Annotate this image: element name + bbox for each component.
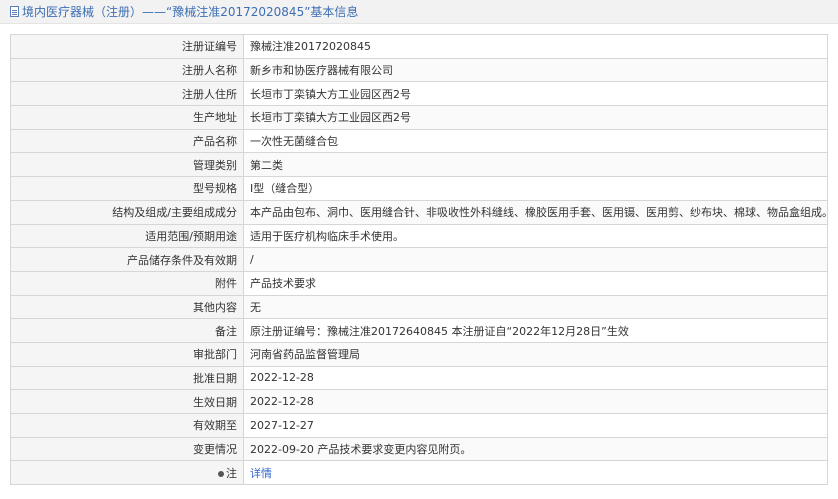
table-row: 批准日期 2022-12-28: [10, 365, 828, 391]
row-value: /: [243, 247, 828, 272]
row-value: 新乡市和协医疗器械有限公司: [243, 57, 828, 83]
row-label: 其他内容: [10, 294, 244, 320]
table-row: 注册人住所 长垣市丁栾镇大方工业园区西2号: [10, 81, 828, 107]
row-value: 产品技术要求: [243, 270, 828, 296]
row-value: 2022-12-28: [243, 389, 828, 414]
row-value: 2022-09-20 产品技术要求变更内容见附页。: [243, 436, 828, 462]
row-value: 无: [243, 294, 828, 320]
row-value: 2022-12-28: [243, 365, 828, 391]
table-row: 注册人名称 新乡市和协医疗器械有限公司: [10, 57, 828, 83]
note-label: 注: [10, 460, 244, 486]
row-label: 型号规格: [10, 176, 244, 201]
row-value: 适用于医疗机构临床手术使用。: [243, 223, 828, 249]
row-value: 2027-12-27: [243, 413, 828, 438]
table-row: 管理类别 第二类: [10, 152, 828, 178]
bullet-icon: [218, 470, 224, 477]
table-row: 产品储存条件及有效期 /: [10, 247, 828, 272]
row-label: 注册人住所: [10, 81, 244, 107]
note-row: 注 详情: [10, 460, 828, 486]
document-icon: [10, 6, 19, 17]
row-label: 注册人名称: [10, 57, 244, 83]
row-value: 长垣市丁栾镇大方工业园区西2号: [243, 81, 828, 107]
row-value: 长垣市丁栾镇大方工业园区西2号: [243, 105, 828, 130]
info-table-container: 注册证编号 豫械注准20172020845 注册人名称 新乡市和协医疗器械有限公司 注册…: [10, 34, 828, 486]
row-label: 附件: [10, 270, 244, 296]
row-label: 适用范围/预期用途: [10, 223, 244, 249]
row-value: 豫械注准20172020845: [243, 34, 828, 59]
row-label: 产品储存条件及有效期: [10, 247, 244, 272]
table-row: 审批部门 河南省药品监督管理局: [10, 341, 828, 367]
row-label: 产品名称: [10, 128, 244, 154]
row-label: 备注: [10, 318, 244, 343]
table-row: 有效期至 2027-12-27: [10, 413, 828, 438]
row-value: 河南省药品监督管理局: [243, 341, 828, 367]
info-table: 注册证编号 豫械注准20172020845 注册人名称 新乡市和协医疗器械有限公司 注册…: [10, 34, 828, 486]
row-label: 管理类别: [10, 152, 244, 178]
table-row: 注册证编号 豫械注准20172020845: [10, 34, 828, 59]
table-row: 变更情况 2022-09-20 产品技术要求变更内容见附页。: [10, 436, 828, 462]
table-row: 适用范围/预期用途 适用于医疗机构临床手术使用。: [10, 223, 828, 249]
row-label: 结构及组成/主要组成成分: [10, 199, 244, 225]
table-row: 型号规格 Ⅰ型（缝合型）: [10, 176, 828, 201]
row-label: 有效期至: [10, 413, 244, 438]
row-label: 生效日期: [10, 389, 244, 414]
row-label: 审批部门: [10, 341, 244, 367]
row-label: 变更情况: [10, 436, 244, 462]
row-value: Ⅰ型（缝合型）: [243, 176, 828, 201]
table-row: 生产地址 长垣市丁栾镇大方工业园区西2号: [10, 105, 828, 130]
note-value: 详情: [243, 460, 828, 486]
row-label: 批准日期: [10, 365, 244, 391]
row-value: 本产品由包布、洞巾、医用缝合针、非吸收性外科缝线、橡胶医用手套、医用镊、医用剪、…: [243, 199, 828, 225]
detail-link[interactable]: 详情: [250, 467, 272, 480]
page-title: 境内医疗器械（注册）——“豫械注准20172020845”基本信息: [22, 5, 359, 19]
page-header: 境内医疗器械（注册）——“豫械注准20172020845”基本信息: [0, 0, 838, 24]
table-row: 结构及组成/主要组成成分 本产品由包布、洞巾、医用缝合针、非吸收性外科缝线、橡胶医…: [10, 199, 828, 225]
table-row: 备注 原注册证编号：豫械注准20172640845 本注册证自“2022年12月2…: [10, 318, 828, 343]
table-row: 附件 产品技术要求: [10, 270, 828, 296]
row-label: 生产地址: [10, 105, 244, 130]
row-value: 第二类: [243, 152, 828, 178]
row-value: 原注册证编号：豫械注准20172640845 本注册证自“2022年12月28日…: [243, 318, 828, 343]
row-value: 一次性无菌缝合包: [243, 128, 828, 154]
table-row: 产品名称 一次性无菌缝合包: [10, 128, 828, 154]
row-label: 注册证编号: [10, 34, 244, 59]
table-row: 其他内容无: [10, 294, 828, 320]
table-row: 生效日期 2022-12-28: [10, 389, 828, 414]
